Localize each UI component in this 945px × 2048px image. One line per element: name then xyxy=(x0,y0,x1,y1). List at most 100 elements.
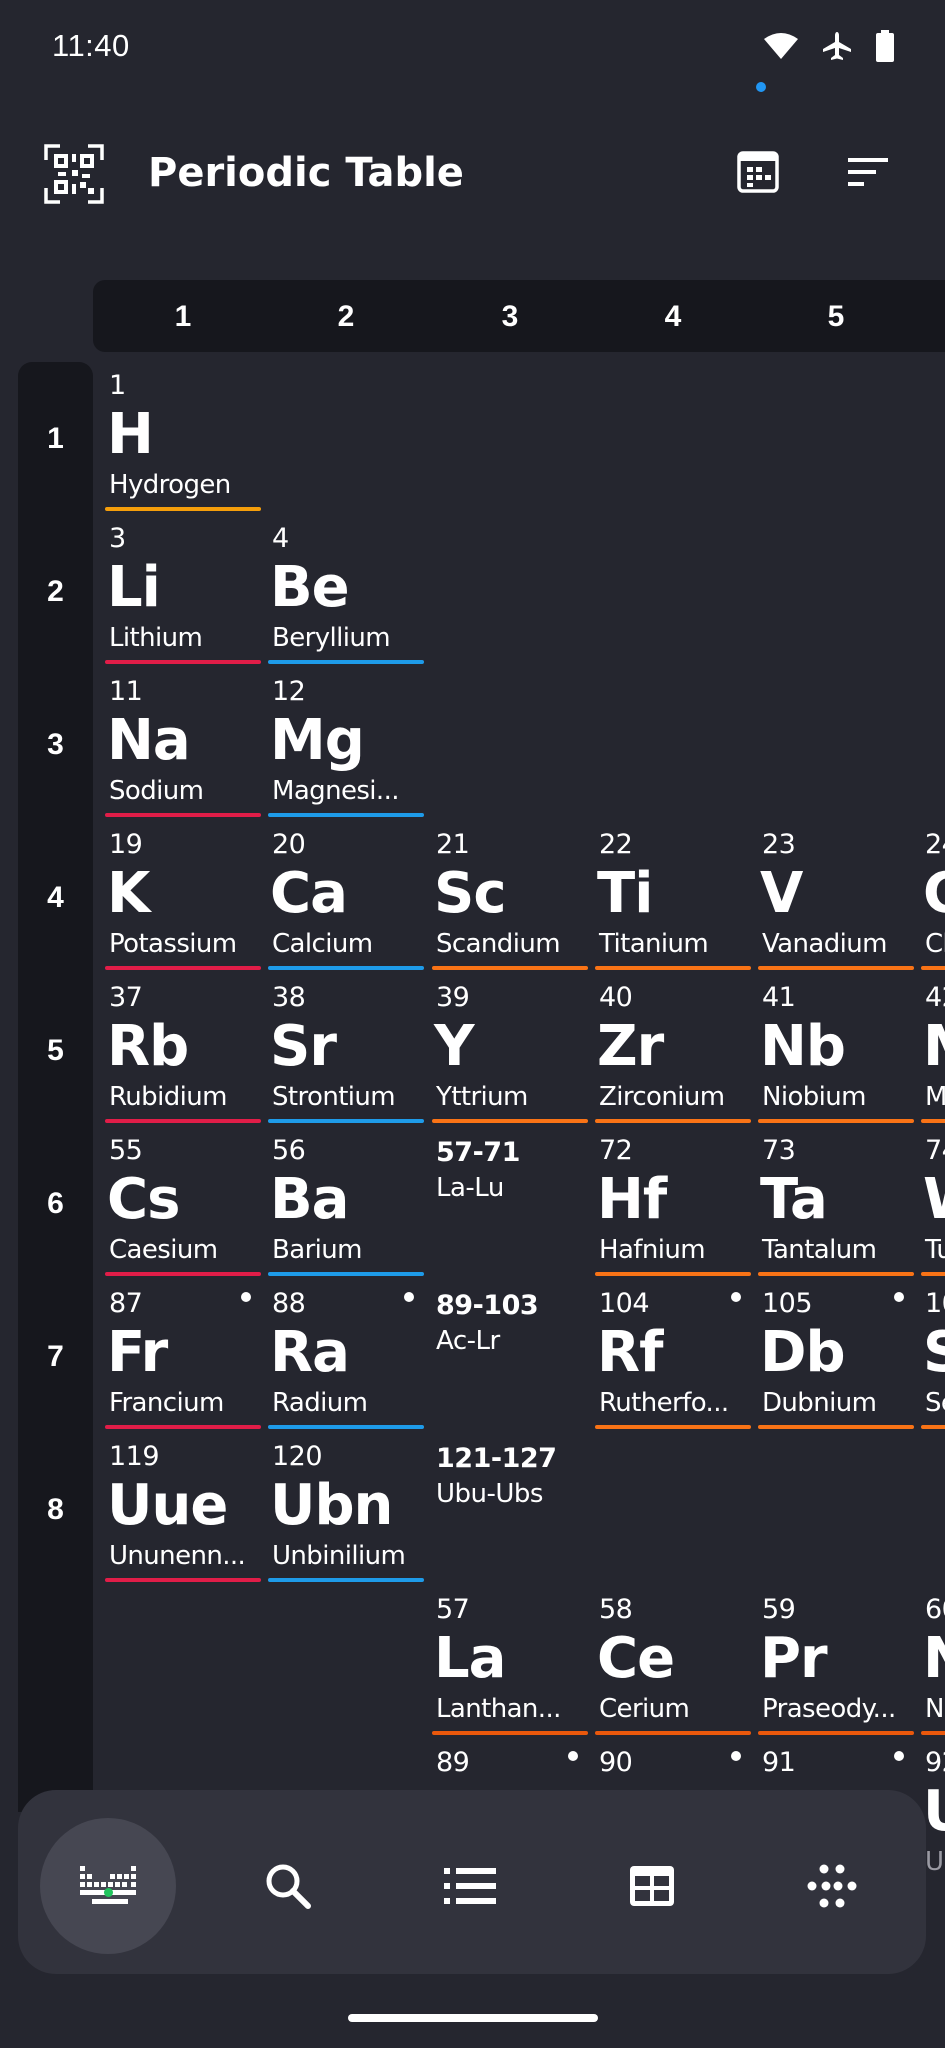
element-name: Dubnium xyxy=(762,1388,877,1418)
element-symbol: K xyxy=(107,861,150,926)
element-symbol: Hf xyxy=(597,1167,667,1232)
radioactive-indicator xyxy=(568,1751,578,1761)
category-bar xyxy=(268,1425,424,1429)
element-cell[interactable]: 72 Hf Hafnium xyxy=(593,1129,753,1277)
element-name: Hafnium xyxy=(599,1235,706,1265)
element-cell[interactable]: 11 Na Sodium xyxy=(103,670,263,818)
nav-periodic-table[interactable] xyxy=(40,1818,176,1954)
range-numbers: 57-71 xyxy=(436,1137,520,1168)
element-symbol: U xyxy=(923,1779,945,1844)
radioactive-indicator xyxy=(731,1751,741,1761)
atomic-number: 40 xyxy=(599,982,633,1013)
element-cell[interactable]: 56 Ba Barium xyxy=(266,1129,426,1277)
element-cell[interactable]: 22 Ti Titanium xyxy=(593,823,753,971)
element-cell[interactable]: 24 C Ch xyxy=(919,823,945,971)
atomic-number: 72 xyxy=(599,1135,633,1166)
element-symbol: La xyxy=(434,1626,506,1691)
element-name: Francium xyxy=(109,1388,224,1418)
nav-list[interactable] xyxy=(402,1818,538,1954)
category-bar xyxy=(595,966,751,970)
element-symbol: W xyxy=(923,1167,945,1232)
period-column: 1 2 3 4 5 6 7 8 xyxy=(18,362,93,1812)
atomic-number: 92 xyxy=(925,1747,945,1778)
element-cell[interactable]: 87 Fr Francium xyxy=(103,1282,263,1430)
element-name: Vanadium xyxy=(762,929,887,959)
element-cell[interactable]: 59 Pr Praseody... xyxy=(756,1588,916,1736)
status-time: 11:40 xyxy=(52,28,130,63)
page-title: Periodic Table xyxy=(148,150,464,196)
qr-scan-button[interactable] xyxy=(44,144,104,204)
element-cell[interactable]: 120 Ubn Unbinilium xyxy=(266,1435,426,1583)
sort-button[interactable] xyxy=(846,156,896,196)
view-mode-button[interactable] xyxy=(736,150,786,200)
category-bar xyxy=(921,1425,945,1429)
element-cell[interactable]: 74 W Tu xyxy=(919,1129,945,1277)
element-symbol: Sr xyxy=(270,1014,337,1079)
group-number: 1 xyxy=(174,300,192,333)
atomic-number: 59 xyxy=(762,1594,796,1625)
actinide-range-cell[interactable]: 89-103 Ac-Lr xyxy=(430,1282,590,1430)
element-cell[interactable]: 60 N Ne xyxy=(919,1588,945,1736)
group-number: 5 xyxy=(827,300,845,333)
element-cell[interactable]: 3 Li Lithium xyxy=(103,517,263,665)
category-bar xyxy=(758,1119,914,1123)
element-name: Scandium xyxy=(436,929,561,959)
category-bar xyxy=(105,966,261,970)
element-name: Ur xyxy=(925,1847,945,1877)
nav-table[interactable] xyxy=(584,1818,720,1954)
period-number: 8 xyxy=(47,1493,64,1526)
category-bar xyxy=(268,1578,424,1582)
element-symbol: Uue xyxy=(107,1473,228,1538)
element-cell[interactable]: 73 Ta Tantalum xyxy=(756,1129,916,1277)
element-cell[interactable]: 57 La Lanthan... xyxy=(430,1588,590,1736)
element-cell[interactable]: 105 Db Dubnium xyxy=(756,1282,916,1430)
element-symbol: Na xyxy=(107,708,191,773)
list-icon xyxy=(444,1868,496,1904)
element-name: Sodium xyxy=(109,776,204,806)
atomic-number: 24 xyxy=(925,829,945,860)
lanthanide-range-cell[interactable]: 57-71 La-Lu xyxy=(430,1129,590,1277)
element-cell[interactable]: 42 M M xyxy=(919,976,945,1124)
element-cell[interactable]: 4 Be Beryllium xyxy=(266,517,426,665)
home-indicator[interactable] xyxy=(348,2014,598,2022)
element-cell[interactable]: 23 V Vanadium xyxy=(756,823,916,971)
search-icon xyxy=(266,1864,311,1909)
element-name: Cerium xyxy=(599,1694,690,1724)
element-cell[interactable]: 10 S Se xyxy=(919,1282,945,1430)
range-label: La-Lu xyxy=(436,1173,504,1203)
element-cell[interactable]: 39 Y Yttrium xyxy=(430,976,590,1124)
category-bar xyxy=(105,1578,261,1582)
element-cell[interactable]: 104 Rf Rutherfo... xyxy=(593,1282,753,1430)
element-cell[interactable]: 21 Sc Scandium xyxy=(430,823,590,971)
nav-molar-mass[interactable] xyxy=(764,1818,900,1954)
period-number: 3 xyxy=(47,728,64,761)
atomic-number: 3 xyxy=(109,523,126,554)
active-nav-indicator xyxy=(104,1888,113,1897)
element-symbol: V xyxy=(760,861,803,926)
element-cell[interactable]: 88 Ra Radium xyxy=(266,1282,426,1430)
element-name: Se xyxy=(925,1388,945,1418)
atomic-number: 19 xyxy=(109,829,143,860)
atomic-number: 11 xyxy=(109,676,143,707)
nav-search[interactable] xyxy=(220,1818,356,1954)
category-bar xyxy=(595,1272,751,1276)
element-symbol: M xyxy=(923,1014,945,1079)
element-cell[interactable]: 20 Ca Calcium xyxy=(266,823,426,971)
element-cell[interactable]: 37 Rb Rubidium xyxy=(103,976,263,1124)
element-cell[interactable]: 38 Sr Strontium xyxy=(266,976,426,1124)
element-cell[interactable]: 55 Cs Caesium xyxy=(103,1129,263,1277)
element-cell[interactable]: 58 Ce Cerium xyxy=(593,1588,753,1736)
atomic-number: 42 xyxy=(925,982,945,1013)
atomic-number: 60 xyxy=(925,1594,945,1625)
atomic-number: 90 xyxy=(599,1747,633,1778)
element-cell[interactable]: 40 Zr Zirconium xyxy=(593,976,753,1124)
element-cell[interactable]: 1 H Hydrogen xyxy=(103,364,263,512)
element-cell[interactable]: 41 Nb Niobium xyxy=(756,976,916,1124)
element-cell[interactable]: 12 Mg Magnesi... xyxy=(266,670,426,818)
element-name: Beryllium xyxy=(272,623,391,653)
superactinide-range-cell[interactable]: 121-127 Ubu-Ubs xyxy=(430,1435,590,1583)
element-symbol: H xyxy=(107,402,154,467)
element-cell[interactable]: 119 Uue Ununenn... xyxy=(103,1435,263,1583)
element-cell[interactable]: 19 K Potassium xyxy=(103,823,263,971)
range-numbers: 121-127 xyxy=(436,1443,557,1474)
